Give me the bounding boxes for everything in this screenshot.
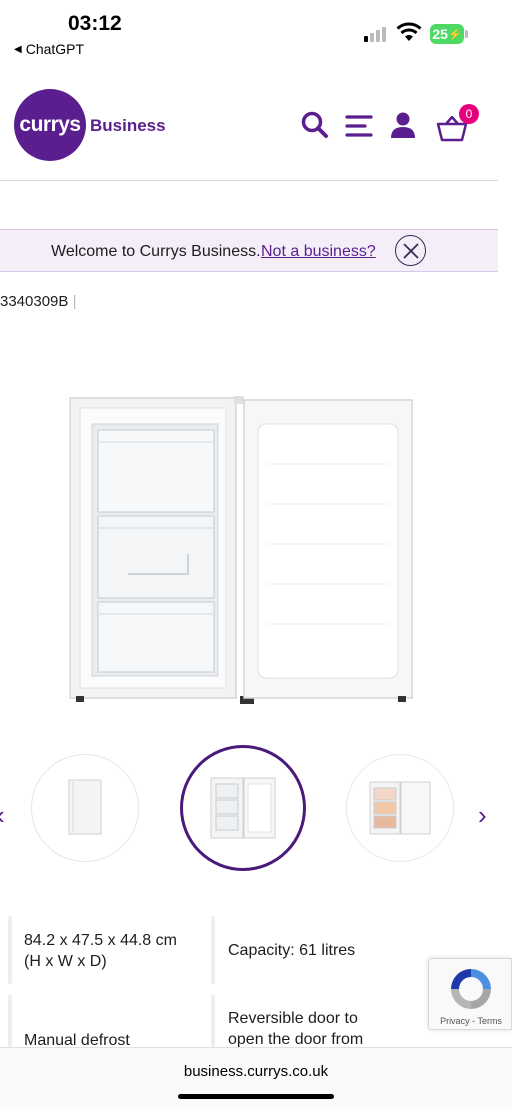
spec-card-border xyxy=(8,995,12,1047)
sku-value: 3340309B xyxy=(0,293,69,310)
sku-separator: | xyxy=(72,293,77,310)
recaptcha-terms-link[interactable]: Terms xyxy=(477,1016,502,1026)
recaptcha-badge[interactable]: Privacy - Terms xyxy=(428,958,512,1030)
spec-dimensions-line1: 84.2 x 47.5 x 44.8 cm xyxy=(24,932,177,949)
carousel-next-arrow-icon[interactable]: › xyxy=(478,800,487,831)
spec-capacity-line1: Capacity: 61 litres xyxy=(228,942,356,959)
header-divider xyxy=(0,180,498,181)
account-icon[interactable] xyxy=(390,111,416,144)
close-icon xyxy=(402,242,419,259)
logo-business-label: Business xyxy=(90,116,166,135)
close-banner-button[interactable] xyxy=(395,235,426,266)
welcome-text: Welcome to Currys Business. xyxy=(51,243,261,260)
product-main-image[interactable] xyxy=(68,394,414,711)
thumbnail-2-selected[interactable] xyxy=(180,745,306,871)
spec-dimensions: 84.2 x 47.5 x 44.8 cm (H x W x D) xyxy=(24,930,177,972)
logo-text: currys xyxy=(19,113,81,136)
basket-count-badge: 0 xyxy=(459,104,479,124)
browser-url-bar[interactable]: business.currys.co.uk xyxy=(0,1047,512,1109)
recaptcha-icon xyxy=(451,969,491,1009)
battery-tip xyxy=(465,30,468,38)
back-to-app-link[interactable]: ◀ ChatGPT xyxy=(14,41,84,57)
thumbnail-3[interactable] xyxy=(346,754,454,862)
url-text[interactable]: business.currys.co.uk xyxy=(0,1063,512,1080)
spec-dimensions-line2: (H x W x D) xyxy=(24,953,107,970)
menu-icon[interactable] xyxy=(345,114,373,143)
back-app-label: ChatGPT xyxy=(25,41,85,57)
home-indicator[interactable] xyxy=(178,1094,334,1099)
spec-reversible-door: Reversible door to open the door from xyxy=(228,1008,363,1050)
battery-indicator: 25 ⚡ xyxy=(430,24,464,44)
welcome-banner: Welcome to Currys Business. Not a busine… xyxy=(0,229,498,272)
cellular-signal-icon xyxy=(364,27,386,42)
spec-card-border xyxy=(8,916,12,984)
recaptcha-links: Privacy - Terms xyxy=(429,1016,512,1026)
product-sku: 3340309B | xyxy=(0,293,76,310)
recaptcha-separator: - xyxy=(472,1016,476,1026)
recaptcha-privacy-link[interactable]: Privacy xyxy=(440,1016,470,1026)
status-time: 03:12 xyxy=(68,12,122,35)
search-icon[interactable] xyxy=(300,110,330,145)
spec-capacity: Capacity: 61 litres xyxy=(228,940,355,961)
battery-level: 25 xyxy=(432,26,448,42)
spec-card-border xyxy=(211,916,215,984)
spec-card-border xyxy=(211,995,215,1047)
wifi-icon xyxy=(396,22,422,47)
not-a-business-link[interactable]: Not a business? xyxy=(261,243,376,261)
currys-logo[interactable]: currys xyxy=(14,89,86,161)
thumbnail-1[interactable] xyxy=(31,754,139,862)
spec-reversible-line1: Reversible door to xyxy=(228,1010,358,1027)
back-arrow-icon: ◀ xyxy=(14,43,22,55)
carousel-prev-arrow-icon[interactable]: ‹ xyxy=(0,800,5,831)
